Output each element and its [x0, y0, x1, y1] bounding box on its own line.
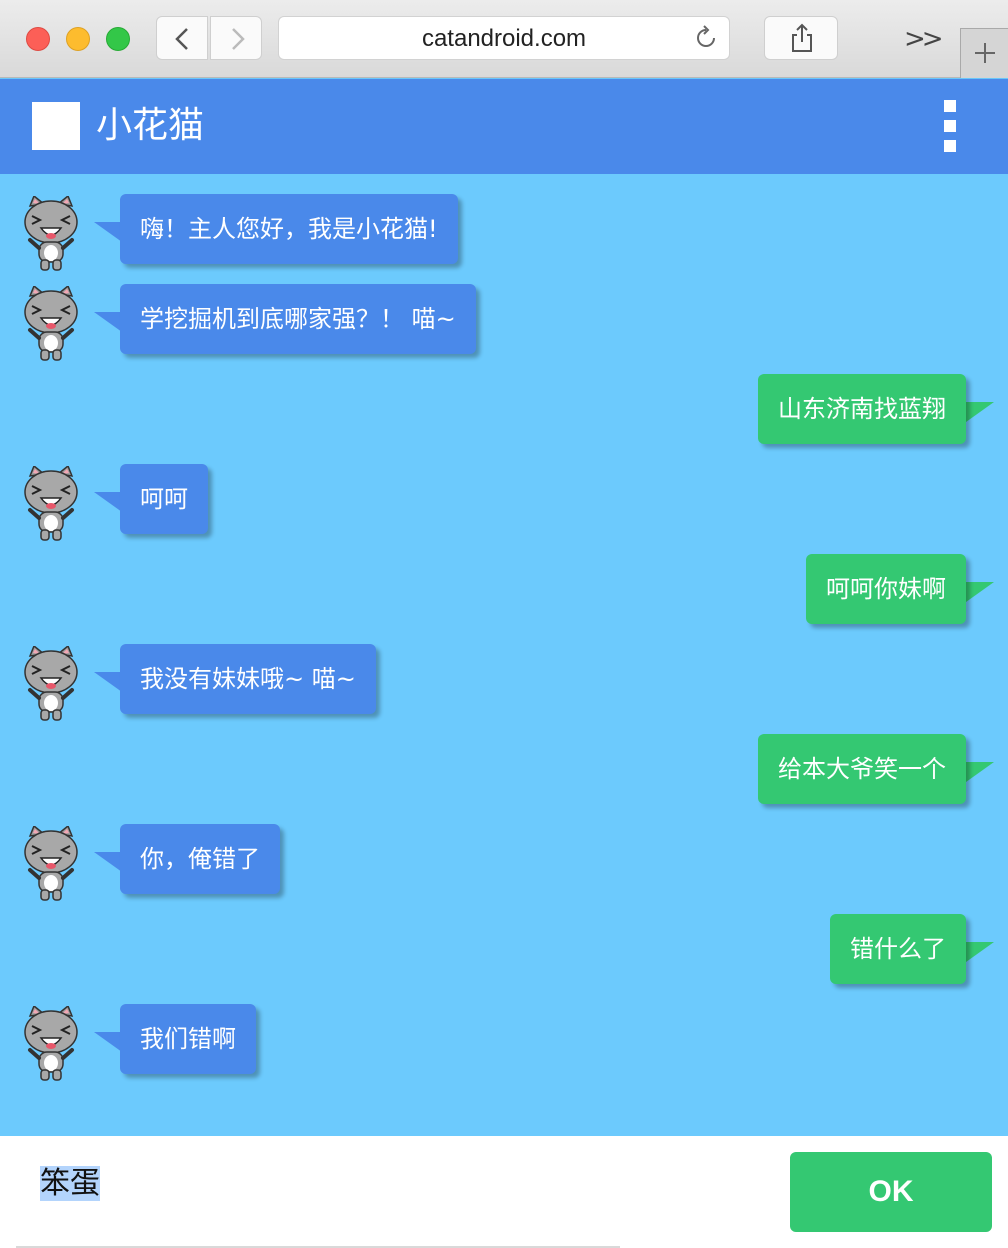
chat-area[interactable]: 嗨！主人您好，我是小花猫! 学挖掘机到底哪家强？！ 喵~ 山东济南找蓝翔 呵呵呵呵… [0, 174, 1008, 1136]
bubble-tail [94, 312, 122, 332]
user-message-bubble: 给本大爷笑一个 [758, 734, 966, 804]
bubble-tail [94, 852, 122, 872]
close-window-button[interactable] [26, 27, 50, 51]
share-button[interactable] [764, 16, 838, 60]
chevron-right-icon [232, 28, 245, 50]
app-title: 小花猫 [96, 105, 205, 146]
reload-icon[interactable] [693, 25, 719, 51]
bot-message-bubble: 学挖掘机到底哪家强？！ 喵~ [120, 284, 476, 354]
zoom-window-button[interactable] [106, 27, 130, 51]
browser-toolbar: catandroid.com >> [0, 0, 1008, 78]
user-message-bubble: 呵呵你妹啊 [806, 554, 966, 624]
user-message-bubble: 山东济南找蓝翔 [758, 374, 966, 444]
bot-message-bubble: 我们错啊 [120, 1004, 256, 1074]
bot-message-bubble: 嗨！主人您好，我是小花猫! [120, 194, 458, 264]
cat-avatar-icon [20, 824, 82, 902]
cat-avatar-icon [20, 644, 82, 722]
app-logo [32, 102, 80, 150]
bubble-tail [94, 222, 122, 242]
chevron-left-icon [175, 28, 188, 50]
message-input-value: 笨蛋 [40, 1166, 100, 1201]
bot-message-bubble: 呵呵 [120, 464, 208, 534]
url-text: catandroid.com [421, 25, 587, 52]
app-header: 小花猫 [0, 79, 1008, 174]
cat-avatar-icon [20, 464, 82, 542]
forward-button[interactable] [210, 16, 262, 60]
bubble-tail [966, 762, 994, 782]
cat-avatar-icon [20, 1004, 82, 1082]
bubble-tail [94, 492, 122, 512]
bot-message-bubble: 我没有妹妹哦~ 喵~ [120, 644, 376, 714]
cat-avatar-icon [20, 284, 82, 362]
toolbar-overflow-button[interactable]: >> [904, 24, 944, 54]
vertical-dots-menu-icon[interactable] [944, 100, 956, 152]
plus-icon [975, 43, 995, 63]
message-input[interactable]: 笨蛋 [16, 1156, 620, 1248]
input-bar: 笨蛋 OK [0, 1136, 1008, 1248]
bubble-tail [966, 582, 994, 602]
share-icon [792, 23, 812, 52]
send-button[interactable]: OK [790, 1152, 992, 1232]
back-button[interactable] [156, 16, 208, 60]
bubble-tail [94, 1032, 122, 1052]
cat-avatar-icon [20, 194, 82, 272]
minimize-window-button[interactable] [66, 27, 90, 51]
address-bar[interactable]: catandroid.com [278, 16, 730, 60]
new-tab-button[interactable] [960, 28, 1008, 78]
bubble-tail [966, 402, 994, 422]
user-message-bubble: 错什么了 [830, 914, 966, 984]
bubble-tail [94, 672, 122, 692]
bubble-tail [966, 942, 994, 962]
bot-message-bubble: 你，俺错了 [120, 824, 280, 894]
